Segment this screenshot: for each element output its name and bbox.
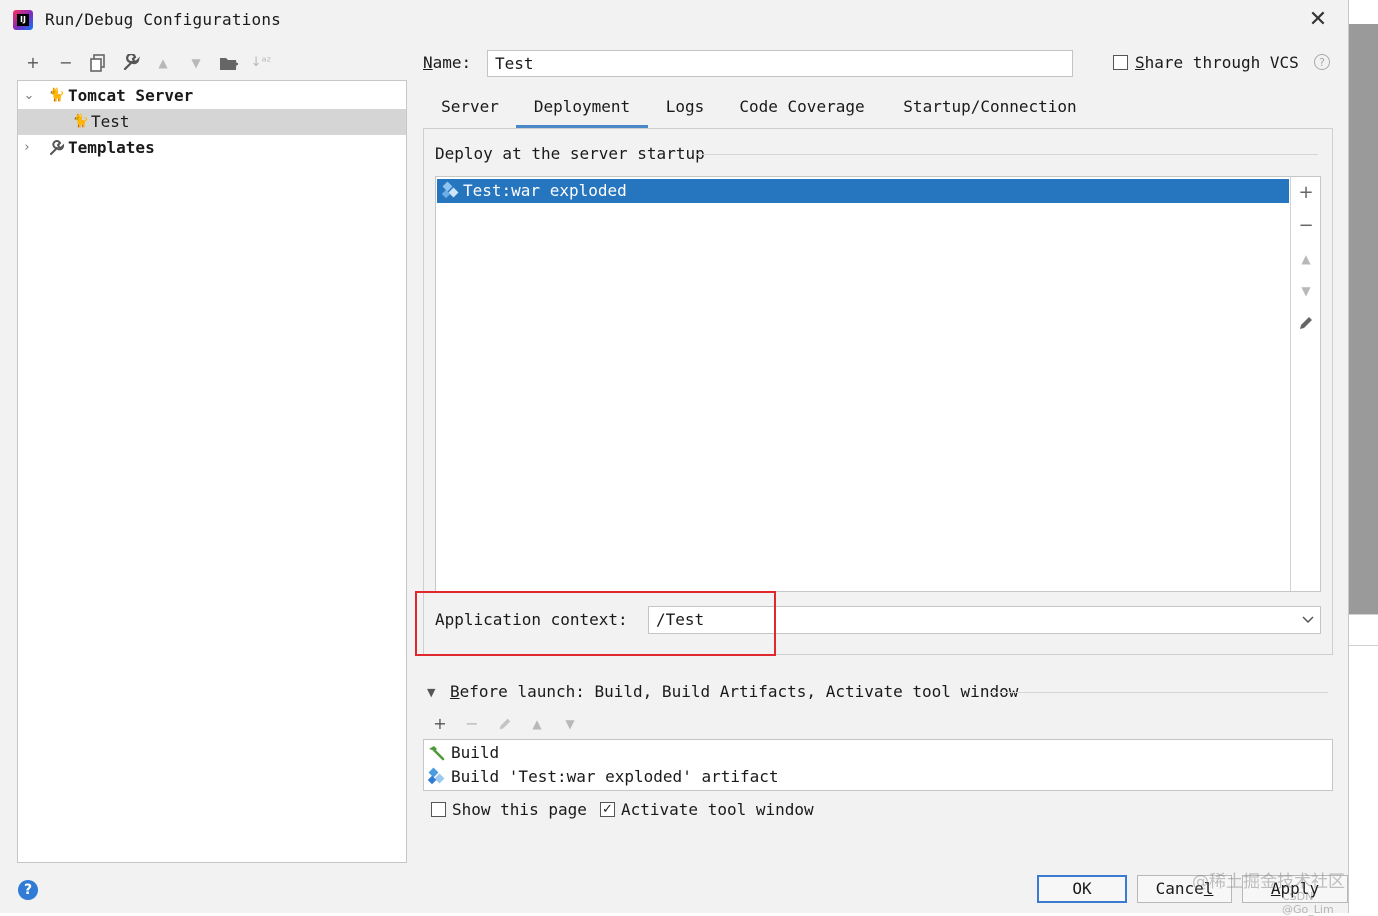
tree-item-test[interactable]: 🐈 Test xyxy=(18,109,406,135)
task-row-build[interactable]: Build xyxy=(424,741,1332,765)
add-configuration-button[interactable]: + xyxy=(22,52,44,74)
before-launch-title[interactable]: Before launch: Build, Build Artifacts, A… xyxy=(450,682,1018,701)
tree-item-label: Tomcat Server xyxy=(68,86,194,105)
share-through-vcs-label[interactable]: Share through VCS xyxy=(1135,53,1299,72)
tomcat-icon: 🐈 xyxy=(48,88,66,103)
remove-task-button[interactable]: − xyxy=(461,713,483,735)
chevron-down-icon[interactable] xyxy=(1300,611,1316,629)
tree-item-label: Templates xyxy=(68,138,155,157)
background-window-strip xyxy=(1349,0,1378,913)
add-task-button[interactable]: + xyxy=(429,713,451,735)
move-up-icon[interactable]: ▲ xyxy=(1294,247,1318,271)
tree-item-tomcat-server[interactable]: ⌄ 🐈 Tomcat Server xyxy=(18,83,406,109)
edit-task-icon[interactable] xyxy=(494,713,516,735)
new-folder-icon[interactable] xyxy=(218,52,240,74)
task-label: Build xyxy=(451,743,500,762)
ok-button[interactable]: OK xyxy=(1037,875,1127,903)
collapse-triangle-icon[interactable]: ▼ xyxy=(427,686,439,700)
move-up-icon[interactable]: ▲ xyxy=(152,52,174,74)
watermark-sub: CSDN @Go_Lim xyxy=(1282,890,1334,916)
wrench-icon[interactable] xyxy=(120,52,142,74)
move-up-icon[interactable]: ▲ xyxy=(526,713,548,735)
before-launch-task-list[interactable]: Build Build 'Test:war exploded' artifact xyxy=(423,739,1333,791)
copy-configuration-button[interactable] xyxy=(87,52,109,74)
edit-pencil-icon[interactable] xyxy=(1294,311,1318,335)
move-down-icon[interactable]: ▼ xyxy=(1294,279,1318,303)
chevron-right-icon[interactable]: › xyxy=(20,135,34,161)
task-label: Build 'Test:war exploded' artifact xyxy=(451,767,779,786)
run-debug-dialog: IJ Run/Debug Configurations ✕ + − ▲ ▼ ↓ᵃ… xyxy=(0,0,1349,916)
tab-startup-connection[interactable]: Startup/Connection xyxy=(892,97,1088,127)
deploy-section-title: Deploy at the server startup xyxy=(435,144,705,163)
name-input[interactable]: Test xyxy=(487,50,1073,77)
intellij-logo-icon: IJ xyxy=(13,10,33,30)
artifact-icon xyxy=(441,179,461,203)
tab-code-coverage[interactable]: Code Coverage xyxy=(728,97,876,127)
tree-item-templates[interactable]: › Templates xyxy=(18,135,406,161)
help-icon[interactable]: ? xyxy=(18,880,38,900)
hammer-icon xyxy=(427,741,447,765)
artifact-list[interactable]: Test:war exploded + − ▲ ▼ xyxy=(435,176,1321,592)
artifact-label: Test:war exploded xyxy=(463,181,627,200)
activate-tool-window-label[interactable]: Activate tool window xyxy=(621,800,814,819)
add-artifact-button[interactable]: + xyxy=(1294,181,1318,205)
task-row-build-artifact[interactable]: Build 'Test:war exploded' artifact xyxy=(424,765,1332,789)
chevron-down-icon[interactable]: ⌄ xyxy=(22,83,36,109)
remove-artifact-button[interactable]: − xyxy=(1294,214,1318,238)
watermark: @稀土掘金技术社区 xyxy=(1192,872,1345,892)
tree-item-label: Test xyxy=(91,112,130,131)
artifact-list-toolbar: + − ▲ ▼ xyxy=(1290,177,1321,591)
show-this-page-checkbox[interactable] xyxy=(431,802,446,817)
move-down-icon[interactable]: ▼ xyxy=(559,713,581,735)
tomcat-icon: 🐈 xyxy=(72,114,90,129)
close-icon[interactable]: ✕ xyxy=(1306,8,1330,32)
show-this-page-label[interactable]: Show this page xyxy=(452,800,587,819)
tab-logs[interactable]: Logs xyxy=(656,97,714,127)
annotation-highlight-box xyxy=(415,591,776,656)
tab-server[interactable]: Server xyxy=(430,97,510,127)
tab-deployment[interactable]: Deployment xyxy=(516,97,648,127)
share-through-vcs-checkbox[interactable] xyxy=(1113,55,1128,70)
help-icon[interactable]: ? xyxy=(1314,54,1330,70)
sort-icon[interactable]: ↓ᵃᶻ xyxy=(250,52,272,74)
name-label: Name: xyxy=(423,53,472,72)
activate-tool-window-checkbox[interactable]: ✓ xyxy=(600,802,615,817)
section-separator xyxy=(990,692,1328,693)
wrench-icon xyxy=(48,135,66,161)
configuration-tree[interactable]: ⌄ 🐈 Tomcat Server 🐈 Test › Templates xyxy=(17,80,407,863)
dialog-title: Run/Debug Configurations xyxy=(45,10,281,29)
move-down-icon[interactable]: ▼ xyxy=(185,52,207,74)
remove-configuration-button[interactable]: − xyxy=(55,52,77,74)
artifact-icon xyxy=(427,765,447,789)
artifact-row[interactable]: Test:war exploded xyxy=(437,179,1289,203)
section-separator xyxy=(695,154,1318,155)
